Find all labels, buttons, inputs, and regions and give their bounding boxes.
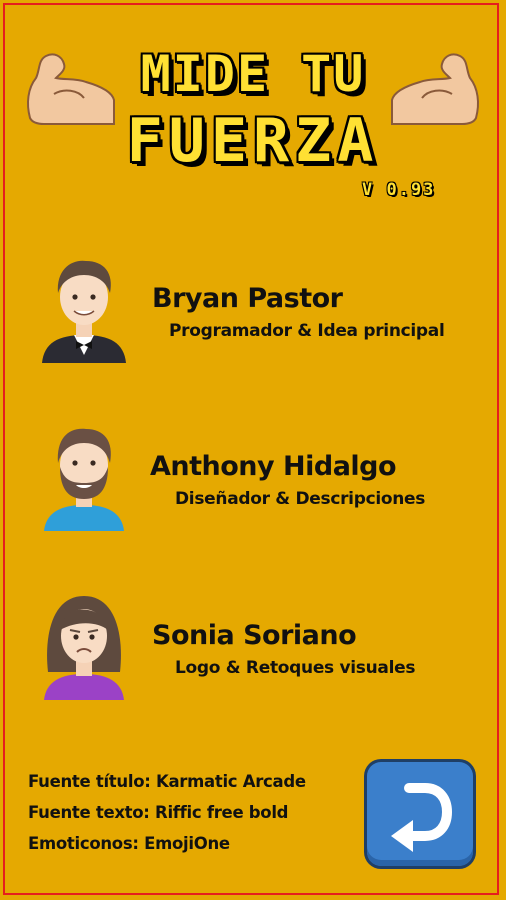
bearded-man-icon [44,428,124,531]
credit-name: Anthony Hidalgo [150,451,397,482]
credit-role: Diseñador & Descripciones [175,489,426,509]
title-font-credit: Fuente título: Karmatic Arcade [28,772,306,791]
version-label: V 0.93 [362,180,436,200]
credit-item: Anthony Hidalgo Diseñador & Descripcione… [0,423,506,543]
back-button[interactable] [367,762,473,866]
return-arrow-icon [391,783,453,852]
title-line-1: MIDE TU [140,45,366,103]
app-logo: MIDE TU FUERZA V 0.93 [0,40,506,210]
footer-credits: Fuente título: Karmatic Arcade Fuente te… [28,766,306,859]
credit-name: Bryan Pastor [152,283,343,314]
credit-name: Sonia Soriano [152,620,357,651]
title-line-2: FUERZA [126,106,380,176]
man-in-tuxedo-icon [42,260,126,363]
credit-item: Bryan Pastor Programador & Idea principa… [0,255,506,375]
credit-role: Programador & Idea principal [169,321,445,341]
credit-item: Sonia Soriano Logo & Retoques visuales [0,592,506,712]
text-font-credit: Fuente texto: Riffic free bold [28,803,289,822]
emoticons-credit: Emoticonos: EmojiOne [28,834,230,853]
credit-role: Logo & Retoques visuales [175,658,416,678]
woman-pouting-icon [44,596,124,700]
